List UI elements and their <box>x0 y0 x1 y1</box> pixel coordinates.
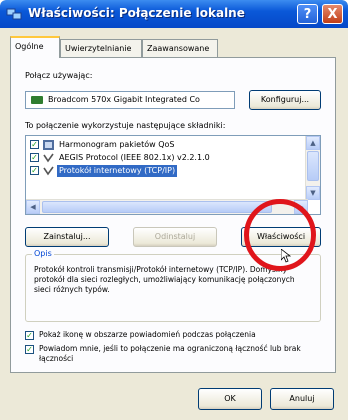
component-label: Protokół internetowy (TCP/IP) <box>57 165 178 177</box>
mouse-cursor-icon <box>281 249 291 263</box>
list-item[interactable]: ✓ Protokół internetowy (TCP/IP) <box>30 165 300 177</box>
highlight-circle <box>244 199 316 271</box>
scroll-up-icon[interactable]: ▲ <box>306 136 320 150</box>
components-label: To połączenie wykorzystuje następujące s… <box>25 121 226 130</box>
component-checkbox[interactable]: ✓ <box>30 166 39 175</box>
device-field: Broadcom 570x Gigabit Integrated Co <box>25 91 235 109</box>
scroll-left-icon[interactable]: ◀ <box>26 200 40 214</box>
network-connection-icon <box>6 8 22 20</box>
connect-using-label: Połącz używając: <box>25 71 93 80</box>
component-label: AEGIS Protocol (IEEE 802.1x) v2.2.1.0 <box>59 153 210 162</box>
description-legend: Opis <box>32 249 54 258</box>
list-item[interactable]: ✓ AEGIS Protocol (IEEE 802.1x) v2.2.1.0 <box>30 152 300 164</box>
uninstall-button: Odinstaluj <box>133 227 217 247</box>
install-button[interactable]: Zainstaluj... <box>25 227 109 247</box>
tab-advanced[interactable]: Zaawansowane <box>142 39 218 57</box>
ok-button[interactable]: OK <box>198 388 262 410</box>
scroll-thumb[interactable] <box>307 151 319 181</box>
component-checkbox[interactable]: ✓ <box>30 153 39 162</box>
close-button[interactable]: X <box>322 4 343 24</box>
qos-scheduler-icon <box>43 140 54 150</box>
configure-button[interactable]: Konfiguruj... <box>249 90 321 110</box>
cancel-button[interactable]: Anuluj <box>270 388 334 410</box>
notify-checkbox[interactable]: ✓ <box>25 345 34 354</box>
tab-general[interactable]: Ogólne <box>10 36 60 58</box>
protocol-icon <box>43 166 54 176</box>
show-icon-checkbox[interactable]: ✓ <box>25 331 34 340</box>
title-bar[interactable]: Właściwości: Połączenie lokalne ? X <box>0 0 348 28</box>
notify-label: Powiadom mnie, jeśli to połączenie ma og… <box>39 344 301 363</box>
network-adapter-icon <box>31 96 43 104</box>
scroll-down-icon[interactable]: ▼ <box>306 186 320 200</box>
description-text: Protokół kontroli transmisji/Protokół in… <box>34 265 295 294</box>
component-label: Harmonogram pakietów QoS <box>59 140 175 149</box>
window-title: Właściwości: Połączenie lokalne <box>28 6 245 20</box>
tab-authentication[interactable]: Uwierzytelnianie <box>60 39 142 57</box>
show-icon-label: Pokaż ikonę w obszarze powiadomień podcz… <box>39 330 256 339</box>
component-checkbox[interactable]: ✓ <box>30 140 39 149</box>
device-name: Broadcom 570x Gigabit Integrated Co <box>48 95 200 104</box>
protocol-icon <box>43 153 54 163</box>
list-item[interactable]: ✓ Harmonogram pakietów QoS <box>30 139 300 151</box>
vertical-scrollbar[interactable]: ▲ ▼ <box>305 136 320 200</box>
scroll-thumb[interactable] <box>42 201 272 213</box>
properties-dialog: Właściwości: Połączenie lokalne ? X Ogól… <box>0 0 348 420</box>
help-button[interactable]: ? <box>297 4 318 24</box>
notify-option[interactable]: ✓ Powiadom mnie, jeśli to połączenie ma … <box>25 344 325 368</box>
